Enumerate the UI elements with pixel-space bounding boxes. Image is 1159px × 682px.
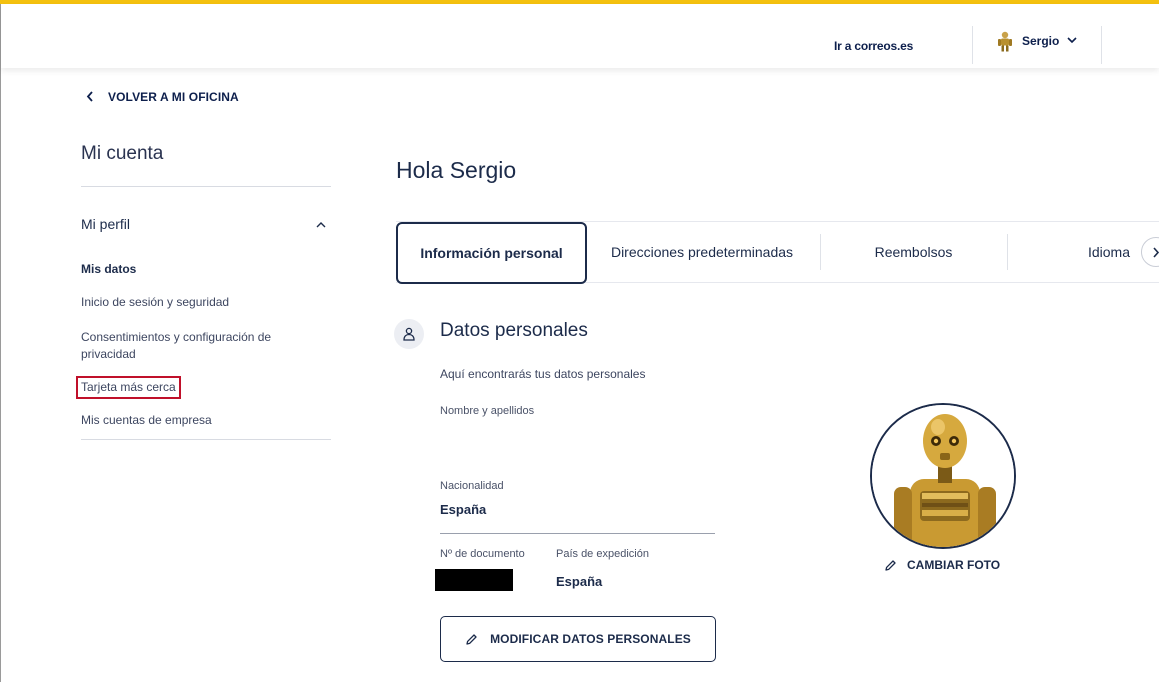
window-left-border xyxy=(0,0,1,682)
nationality-value: España xyxy=(440,502,487,517)
sidebar-title: Mi cuenta xyxy=(81,143,164,164)
sidebar-item-business-accounts[interactable]: Mis cuentas de empresa xyxy=(81,412,212,429)
chevron-right-icon xyxy=(1153,246,1159,258)
issuing-country-label: País de expedición xyxy=(556,548,649,560)
field-divider xyxy=(440,533,715,534)
profile-photo xyxy=(870,403,1016,549)
modify-button-label: MODIFICAR DATOS PERSONALES xyxy=(490,632,691,646)
header-divider xyxy=(1101,26,1102,64)
top-header: Ir a correos.es Sergio xyxy=(1,4,1159,68)
sidebar-divider xyxy=(81,186,331,187)
back-to-office-link[interactable]: VOLVER A MI OFICINA xyxy=(86,89,239,105)
nationality-label: Nacionalidad xyxy=(440,480,504,492)
change-photo-label: CAMBIAR FOTO xyxy=(907,558,1001,572)
page-title: Hola Sergio xyxy=(396,157,517,183)
sidebar-section-profile[interactable]: Mi perfil xyxy=(81,216,326,232)
change-photo-button[interactable]: CAMBIAR FOTO xyxy=(884,558,1000,572)
tab-bar: Información personal Direcciones predete… xyxy=(396,221,1159,284)
chevron-left-icon xyxy=(86,89,94,105)
document-label: Nº de documento xyxy=(440,548,525,560)
chevron-down-icon xyxy=(1067,35,1077,47)
document-value-redacted xyxy=(435,569,513,591)
user-name: Sergio xyxy=(1022,34,1060,48)
section-subtitle: Aquí encontrarás tus datos personales xyxy=(440,367,646,381)
pencil-icon xyxy=(885,559,896,571)
sidebar-section-label: Mi perfil xyxy=(81,216,131,232)
user-menu[interactable]: Sergio xyxy=(994,30,1077,52)
tab-refunds[interactable]: Reembolsos xyxy=(821,222,1006,282)
issuing-country-value: España xyxy=(556,574,603,589)
user-icon xyxy=(394,319,424,349)
correos-link[interactable]: Ir a correos.es xyxy=(834,39,913,53)
section-title: Datos personales xyxy=(440,320,588,341)
user-avatar-icon xyxy=(994,30,1016,52)
sidebar-item-consents[interactable]: Consentimientos y configuración de priva… xyxy=(81,329,306,363)
header-divider xyxy=(972,26,973,64)
sidebar-item-card-closer[interactable]: Tarjeta más cerca xyxy=(76,376,181,399)
name-label: Nombre y apellidos xyxy=(440,405,535,417)
chevron-up-icon xyxy=(316,217,326,231)
tab-default-addresses[interactable]: Direcciones predeterminadas xyxy=(587,222,817,282)
pencil-icon xyxy=(466,633,477,645)
back-label: VOLVER A MI OFICINA xyxy=(108,90,239,104)
tab-language[interactable]: Idioma xyxy=(1008,222,1138,282)
tab-personal-info[interactable]: Información personal xyxy=(396,222,587,284)
modify-personal-data-button[interactable]: MODIFICAR DATOS PERSONALES xyxy=(440,616,716,662)
sidebar-divider xyxy=(81,439,331,440)
sidebar-item-login-security[interactable]: Inicio de sesión y seguridad xyxy=(81,294,229,311)
sidebar-item-my-data[interactable]: Mis datos xyxy=(81,261,136,278)
